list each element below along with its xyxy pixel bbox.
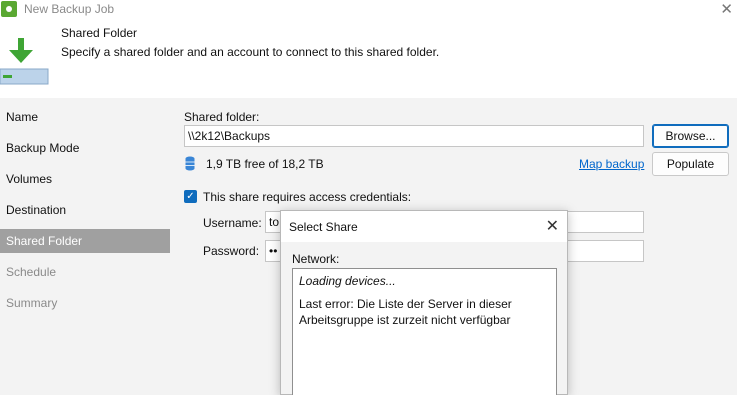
sidebar-item-volumes[interactable]: Volumes — [0, 167, 170, 191]
database-icon — [185, 156, 195, 171]
password-label: Password: — [203, 244, 260, 258]
page-description: Specify a shared folder and an account t… — [61, 45, 440, 59]
window-title: New Backup Job — [24, 2, 115, 16]
browse-button[interactable]: Browse... — [652, 124, 729, 148]
close-icon[interactable]: ✕ — [720, 0, 733, 18]
sidebar-item-destination[interactable]: Destination — [0, 198, 170, 222]
close-icon[interactable]: ✕ — [546, 216, 559, 236]
credentials-checkbox-label: This share requires access credentials: — [203, 190, 412, 204]
sidebar-item-backup-mode[interactable]: Backup Mode — [0, 136, 170, 160]
sidebar-item-schedule: Schedule — [6, 265, 57, 279]
wizard-header: Shared Folder Specify a shared folder an… — [0, 20, 737, 98]
dialog-titlebar: Select Share ✕ — [281, 211, 567, 242]
shared-folder-input[interactable]: \\2k12\Backups — [184, 125, 644, 147]
page-title: Shared Folder — [61, 26, 138, 40]
window-titlebar: New Backup Job ✕ — [0, 0, 737, 20]
sidebar-item-summary: Summary — [6, 296, 58, 310]
loading-status: Loading devices... — [299, 274, 396, 288]
sidebar-item-shared-folder[interactable]: Shared Folder — [0, 229, 170, 253]
select-share-dialog: Select Share ✕ Network: Loading devices.… — [280, 210, 568, 395]
free-space-text: 1,9 TB free of 18,2 TB — [206, 157, 324, 171]
shared-folder-label: Shared folder: — [184, 110, 260, 124]
sidebar-item-name[interactable]: Name — [0, 105, 170, 129]
download-arrow-icon — [0, 38, 49, 85]
map-backup-link[interactable]: Map backup — [579, 157, 644, 171]
error-message: Last error: Die Liste der Server in dies… — [299, 297, 512, 327]
credentials-checkbox[interactable]: ✓ — [184, 190, 197, 203]
username-label: Username: — [203, 216, 262, 230]
network-list[interactable]: Loading devices... Last error: Die Liste… — [292, 268, 557, 395]
app-icon — [1, 1, 17, 17]
wizard-steps-sidebar: Name Backup Mode Volumes Destination Sha… — [0, 98, 170, 395]
network-label: Network: — [292, 252, 340, 266]
populate-button[interactable]: Populate — [652, 152, 729, 176]
dialog-title: Select Share — [289, 220, 358, 234]
